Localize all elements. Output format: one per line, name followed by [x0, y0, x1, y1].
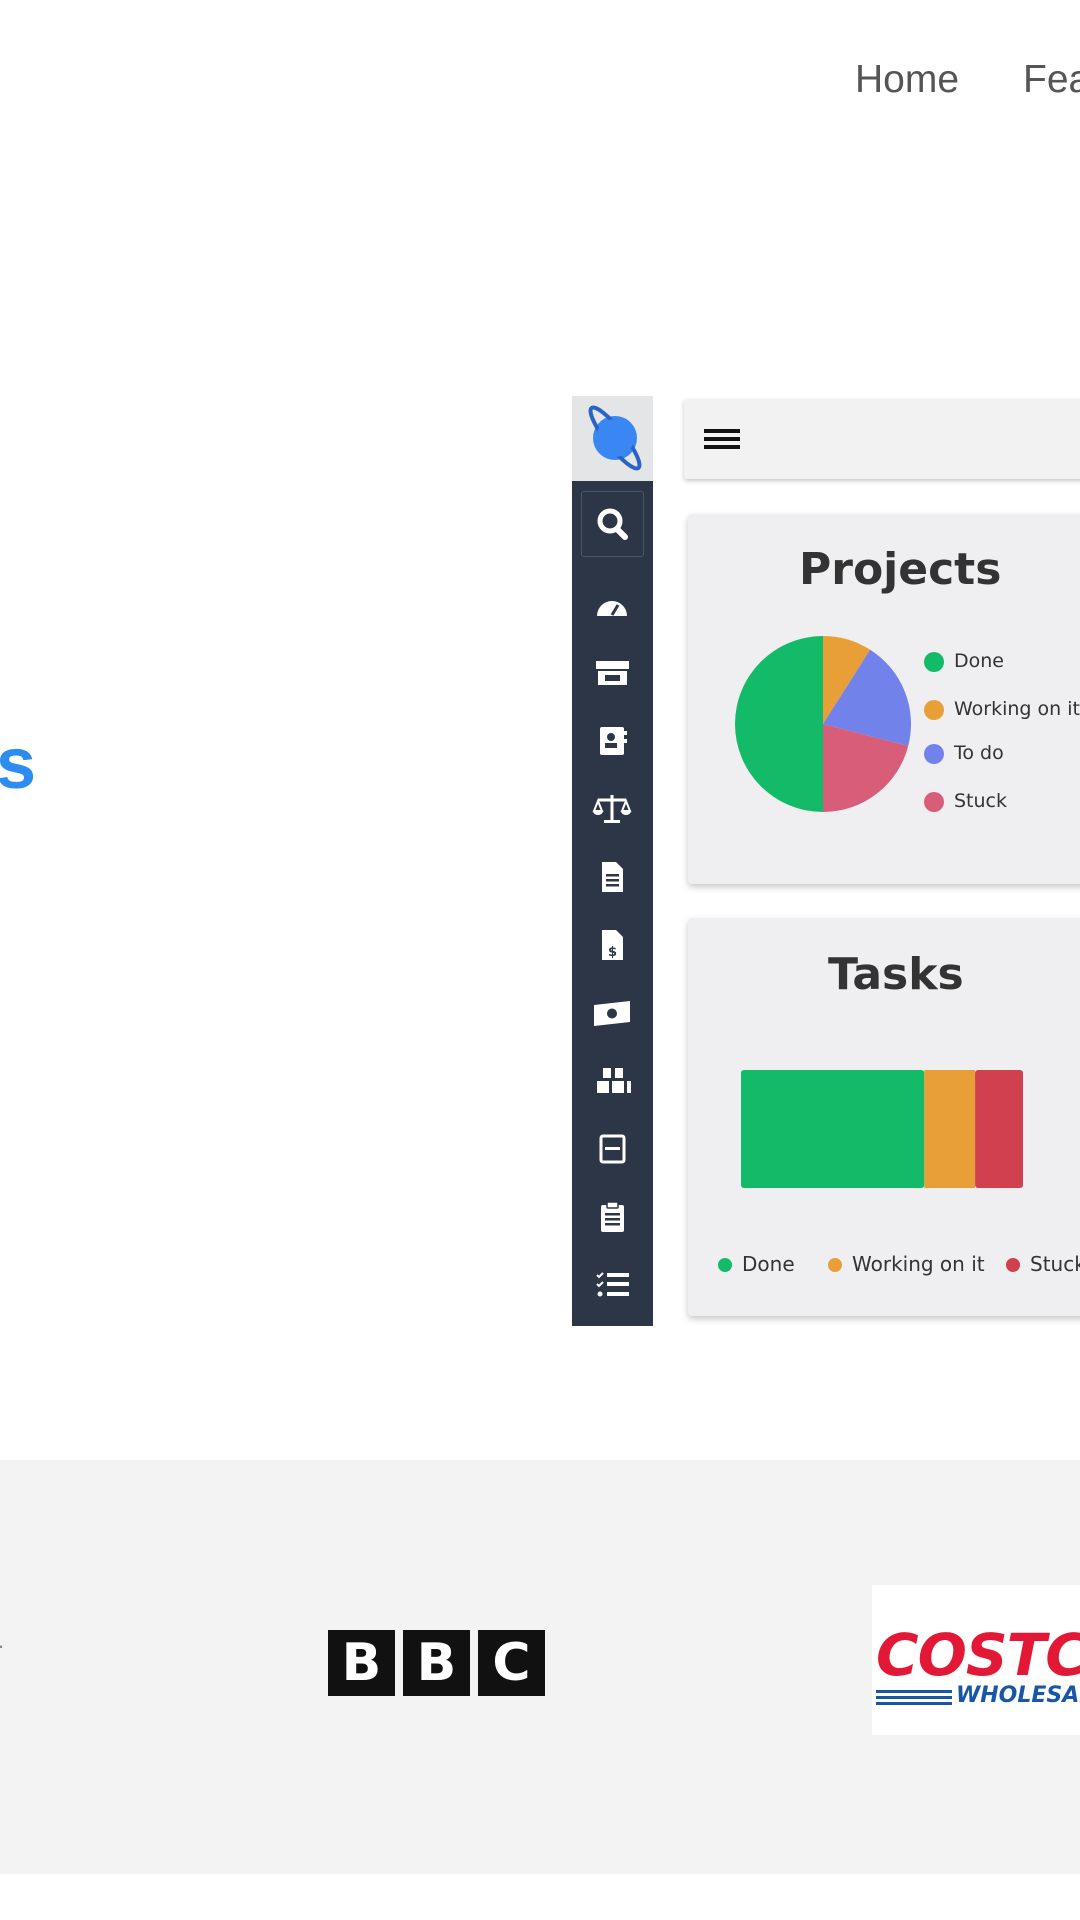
legend-label: Stuck: [954, 790, 1008, 812]
tasks-title: Tasks: [828, 949, 964, 1000]
tasks-card: Tasks Done Working on it Stuck: [688, 918, 1080, 1316]
legend-label: Stuck: [1030, 1252, 1080, 1276]
legend-dot: [718, 1258, 732, 1272]
customer-logos-strip: . B B C COSTCO WHOLESALE: [0, 1460, 1080, 1874]
app-mockup: $ Projects Done Working on it To do Stuc…: [572, 396, 1080, 1326]
hamburger-icon: [704, 429, 740, 449]
legend-dot: [924, 744, 944, 764]
projects-pie-chart: [735, 636, 911, 812]
hero-headline: s: [0, 724, 37, 804]
mockup-search-button: [581, 491, 644, 557]
legend-dot: [924, 652, 944, 672]
nav-link-features[interactable]: Features: [1023, 58, 1080, 102]
planet-logo-icon: [588, 405, 642, 471]
nav-link-home[interactable]: Home: [855, 58, 959, 102]
dashboard-icon: [597, 601, 627, 616]
checklist-icon: [596, 1272, 629, 1297]
legend-label: Done: [954, 650, 1004, 672]
top-navigation: Home Features: [855, 58, 1080, 102]
bar-segment-working-on-it: [924, 1070, 976, 1188]
legend-label: Working on it: [852, 1252, 985, 1276]
clipboard-icon: [601, 1201, 624, 1232]
bbc-logo-letter: B: [328, 1630, 395, 1696]
contacts-icon: [600, 727, 627, 755]
mockup-sidebar: $: [572, 396, 653, 1326]
search-icon: [597, 508, 628, 540]
legend-dot: [924, 792, 944, 812]
projects-title: Projects: [799, 544, 1002, 595]
legend-label: Done: [742, 1252, 795, 1276]
document-icon: [602, 862, 623, 892]
money-icon: [594, 1001, 630, 1026]
balance-scale-icon: [592, 795, 632, 823]
bbc-logo-letter: C: [478, 1630, 545, 1696]
legend-label: Working on it: [954, 698, 1080, 720]
bbc-logo: B B C: [328, 1630, 545, 1696]
bbc-logo-letter: B: [403, 1630, 470, 1696]
legend-dot: [1006, 1258, 1020, 1272]
legend-dot: [828, 1258, 842, 1272]
costco-logo: COSTCO WHOLESALE: [872, 1585, 1080, 1735]
svg-text:$: $: [608, 945, 617, 960]
mockup-topbar: [684, 399, 1080, 479]
bar-segment-stuck: [975, 1070, 1023, 1188]
costco-logo-subtitle: WHOLESALE: [952, 1683, 1080, 1708]
mockup-logo: [572, 396, 653, 481]
page: Home Features s: [0, 0, 1080, 1920]
projects-card: Projects Done Working on it To do Stuck: [688, 514, 1080, 884]
bar-segment-done: [741, 1070, 925, 1188]
costco-logo-wordmark: COSTCO: [876, 1621, 1080, 1689]
legend-dot: [924, 700, 944, 720]
invoice-icon: $: [602, 930, 623, 960]
pie-slice-done: [735, 636, 823, 812]
inventory-icon: [597, 1068, 631, 1093]
legend-label: To do: [954, 742, 1004, 764]
tasks-bar-chart: [741, 1070, 1023, 1188]
store-icon: [596, 661, 629, 685]
form-icon: [599, 1134, 626, 1164]
partial-logo: .: [0, 1628, 4, 1654]
